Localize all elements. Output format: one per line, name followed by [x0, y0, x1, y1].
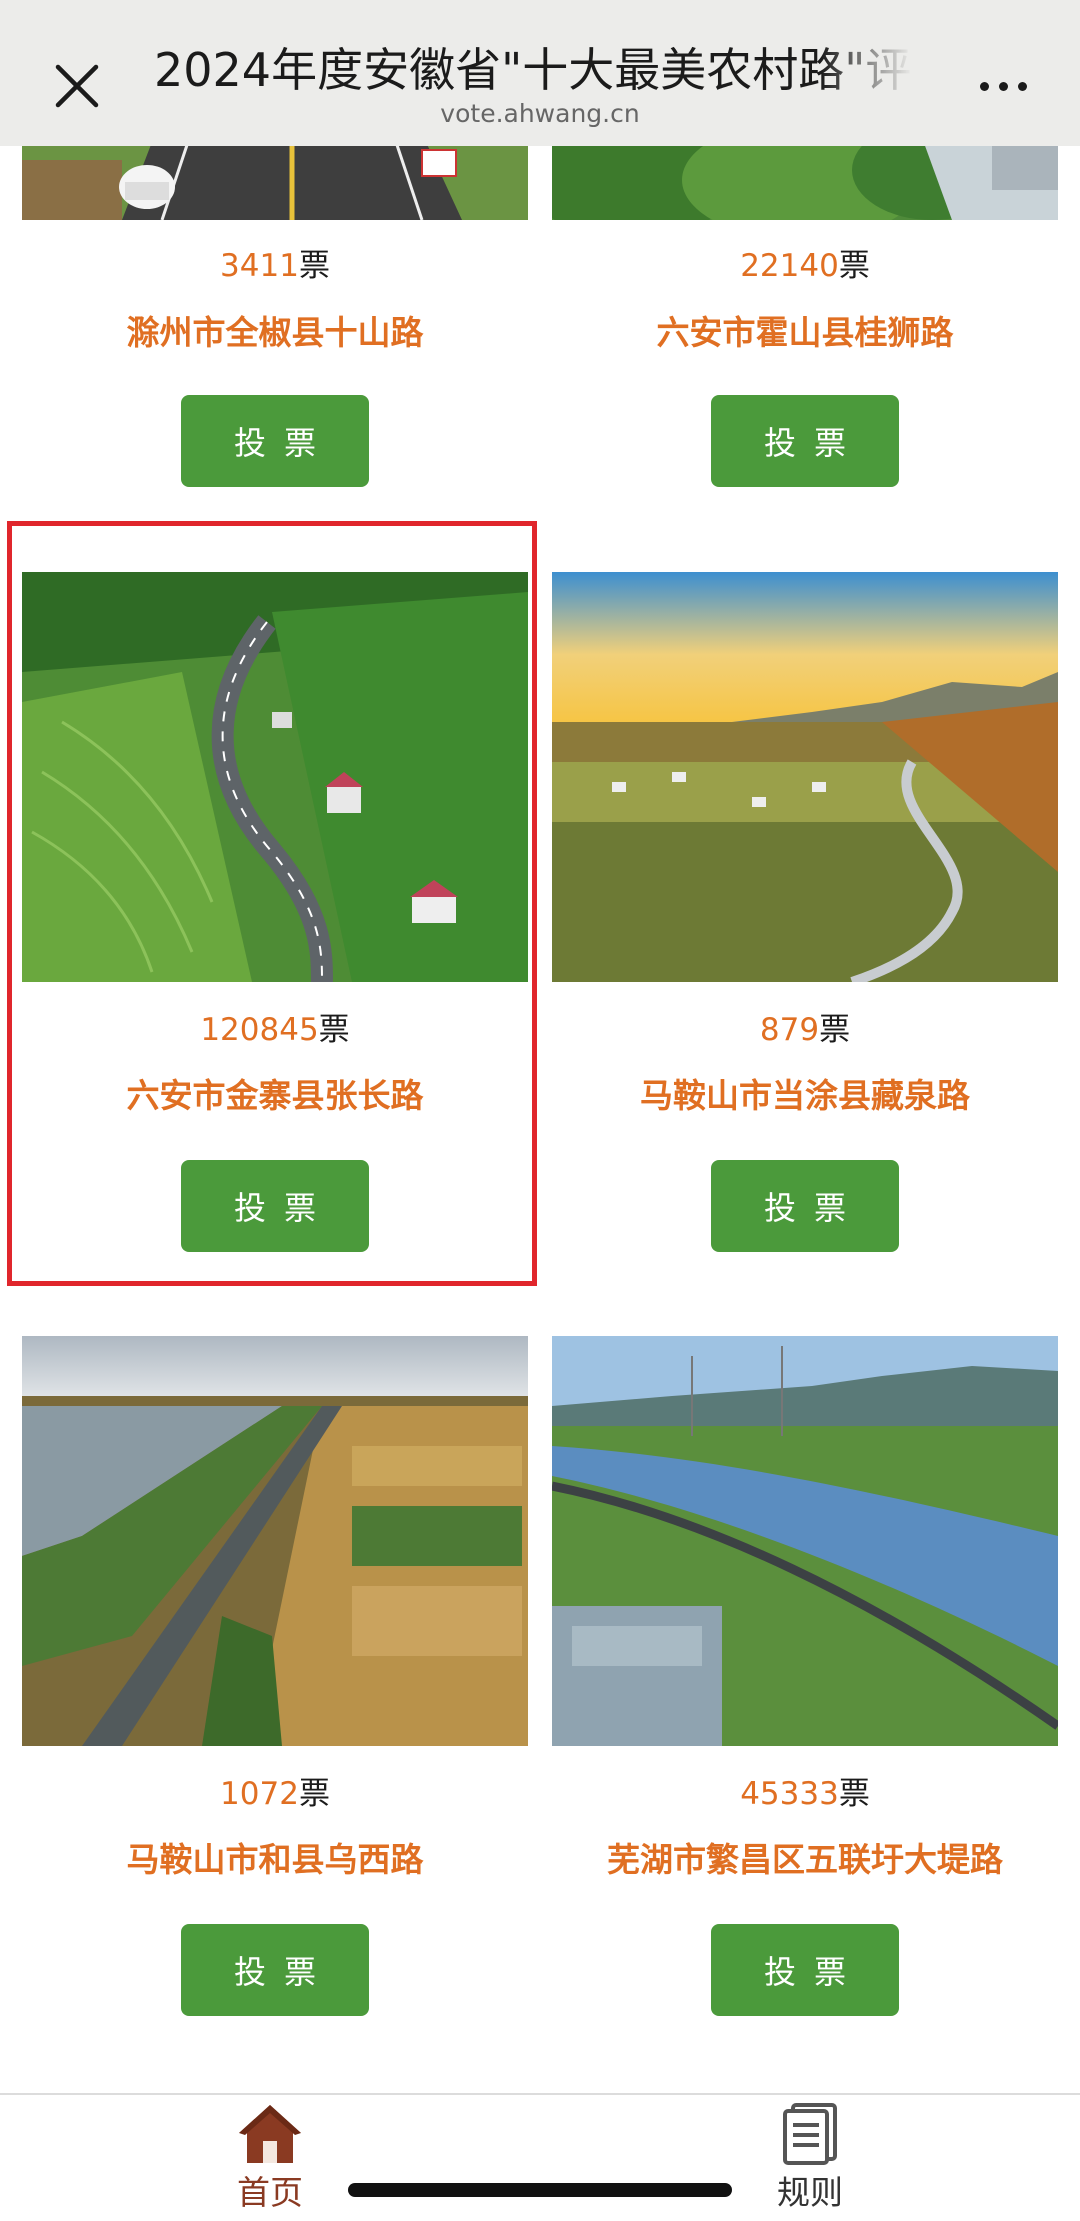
road-photo-wuxi[interactable] — [22, 1336, 528, 1746]
vote-count: 3411票 — [220, 248, 330, 284]
vote-list: 3411票 滁州市全椒县十山路 投票 22140票 六安市霍山县桂狮路 投票 1… — [0, 0, 1080, 2219]
highlight-frame — [7, 521, 537, 1286]
road-name: 六安市霍山县桂狮路 — [656, 313, 954, 352]
road-name: 马鞍山市和县乌西路 — [126, 1840, 424, 1879]
bottom-nav: 首页 规则 — [0, 2093, 1080, 2221]
more-dots-icon[interactable] — [968, 66, 1038, 106]
vote-button[interactable]: 投票 — [181, 395, 369, 487]
vote-button[interactable]: 投票 — [711, 1924, 899, 2016]
vote-button[interactable]: 投票 — [181, 1924, 369, 2016]
home-icon — [235, 2101, 305, 2167]
page-domain: vote.ahwang.cn — [440, 99, 640, 128]
vote-button[interactable]: 投票 — [711, 1160, 899, 1252]
home-indicator — [348, 2183, 732, 2197]
nav-home-label: 首页 — [237, 2173, 303, 2212]
road-name: 芜湖市繁昌区五联圩大堤路 — [607, 1840, 1003, 1879]
road-photo-zangquan[interactable] — [552, 572, 1058, 982]
vote-count: 45333票 — [740, 1776, 870, 1812]
browser-header: 2024年度安徽省"十大最美农村路"评 vote.ahwang.cn — [0, 0, 1080, 146]
road-photo-wulianwei[interactable] — [552, 1336, 1058, 1746]
road-name: 滁州市全椒县十山路 — [126, 313, 424, 352]
road-name: 马鞍山市当涂县藏泉路 — [640, 1076, 970, 1115]
nav-home[interactable]: 首页 — [190, 2095, 350, 2221]
rules-document-icon — [775, 2101, 845, 2167]
nav-rules[interactable]: 规则 — [730, 2095, 890, 2221]
nav-rules-label: 规则 — [777, 2173, 843, 2212]
vote-button[interactable]: 投票 — [711, 395, 899, 487]
vote-count: 879票 — [759, 1012, 851, 1048]
vote-count: 22140票 — [740, 248, 870, 284]
page-title: 2024年度安徽省"十大最美农村路"评 — [154, 43, 912, 97]
vote-count: 1072票 — [220, 1776, 330, 1812]
